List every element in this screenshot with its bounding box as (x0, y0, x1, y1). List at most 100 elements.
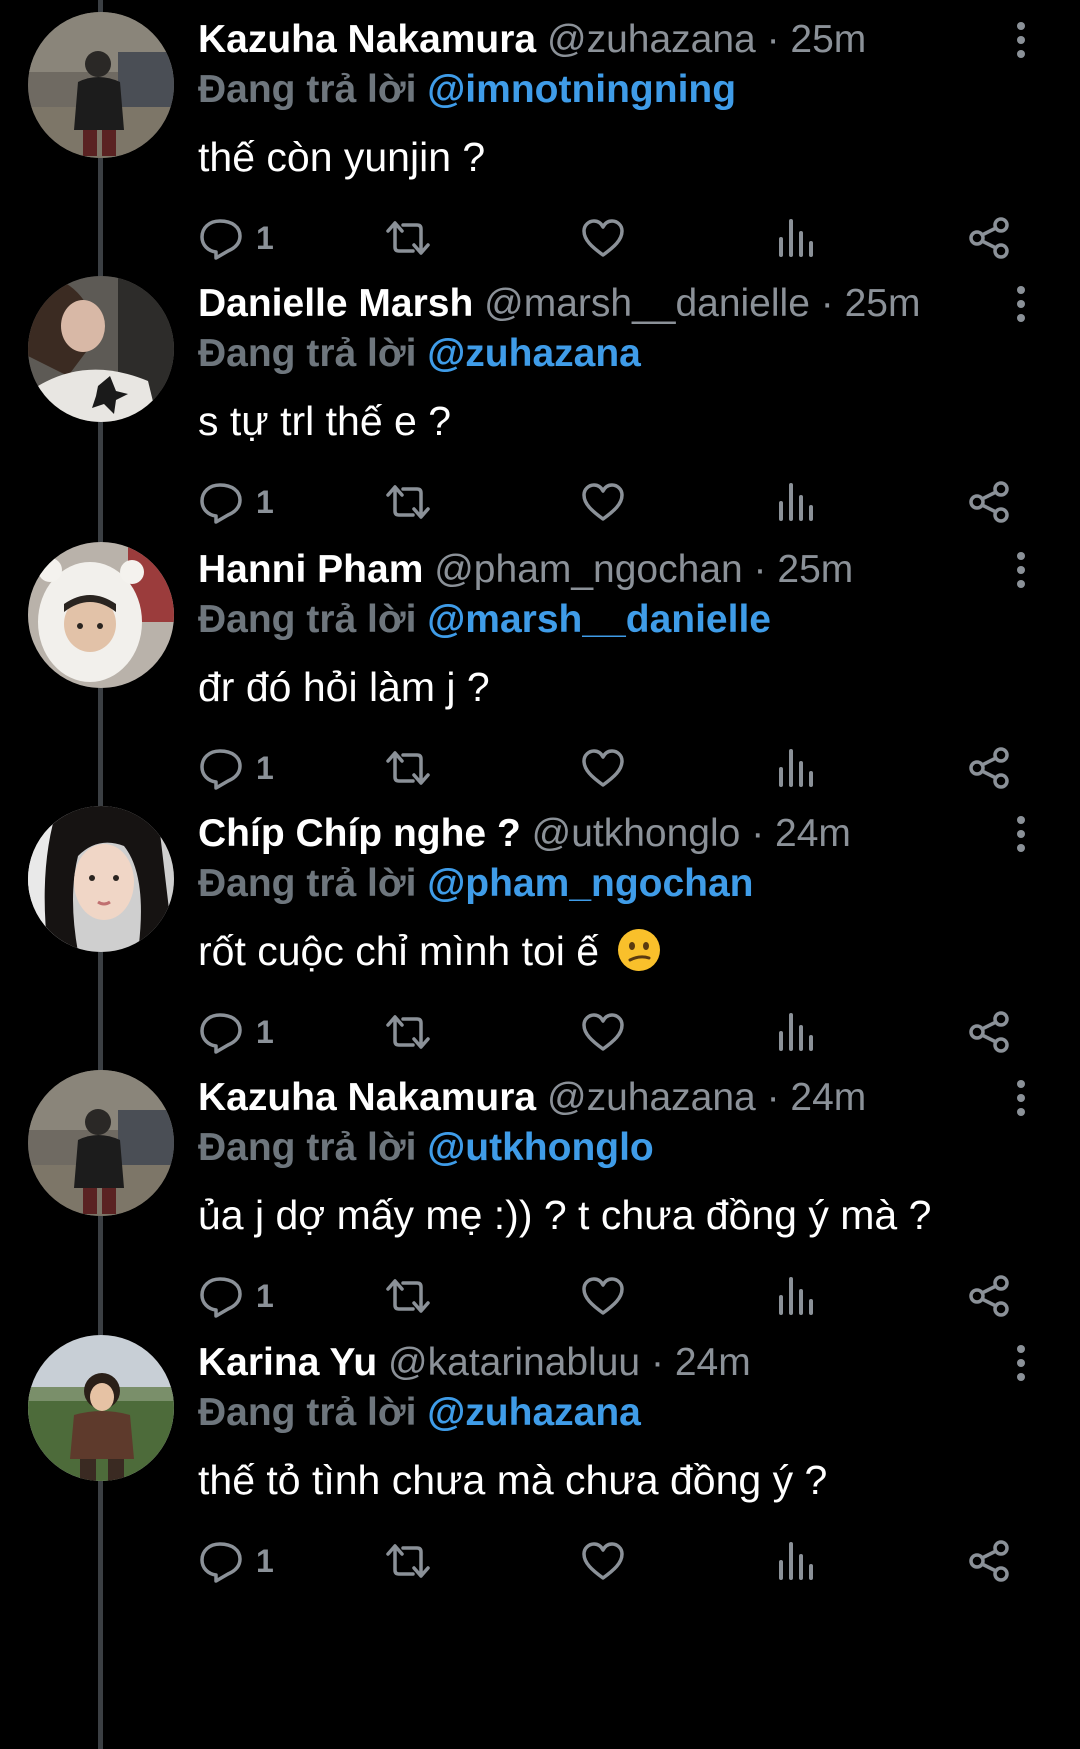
timestamp[interactable]: 25m (790, 18, 866, 61)
reply-tweet[interactable]: Kazuha Nakamura @zuhazana · 25m Đang trả… (0, 0, 1080, 295)
separator-dot: · (820, 282, 834, 325)
reply-count: 1 (256, 1013, 274, 1050)
reply-button[interactable]: 1 (198, 1268, 274, 1324)
timestamp[interactable]: 24m (775, 812, 851, 855)
retweet-button[interactable] (385, 740, 431, 796)
avatar[interactable] (28, 1070, 174, 1216)
reply-tweet[interactable]: Hanni Pham @pham_ngochan · 25m Đang trả … (0, 530, 1080, 825)
mention-link[interactable]: @imnotningning (427, 68, 736, 111)
more-options-button[interactable] (1001, 814, 1041, 854)
reply-button[interactable]: 1 (198, 210, 274, 266)
share-icon (969, 1540, 1009, 1582)
replying-label: Đang trả lời (198, 68, 417, 111)
reply-tweet[interactable]: Karina Yu @katarinabluu · 24m Đang trả l… (0, 1323, 1080, 1618)
mention-link[interactable]: @marsh__danielle (427, 598, 771, 641)
reply-button[interactable]: 1 (198, 1533, 274, 1589)
mention-link[interactable]: @utkhonglo (427, 1126, 653, 1169)
tweet-header: Danielle Marsh @marsh__danielle · 25m (198, 278, 920, 330)
share-button[interactable] (966, 740, 1012, 796)
timestamp[interactable]: 24m (675, 1341, 751, 1384)
separator-dot: · (753, 548, 767, 591)
share-button[interactable] (966, 1268, 1012, 1324)
action-bar: 1 (198, 210, 1038, 266)
display-name[interactable]: Chíp Chíp nghe ? (198, 812, 521, 855)
like-button[interactable] (580, 1268, 626, 1324)
share-button[interactable] (966, 474, 1012, 530)
more-options-button[interactable] (1001, 1343, 1041, 1383)
mention-link[interactable]: @zuhazana (427, 332, 641, 375)
like-button[interactable] (580, 210, 626, 266)
reply-tweet[interactable]: Danielle Marsh @marsh__danielle · 25m Đa… (0, 264, 1080, 559)
share-button[interactable] (966, 1533, 1012, 1589)
retweet-button[interactable] (385, 1004, 431, 1060)
action-bar: 1 (198, 1533, 1038, 1589)
reply-icon (200, 1542, 242, 1583)
avatar[interactable] (28, 12, 174, 158)
reply-button[interactable]: 1 (198, 1004, 274, 1060)
views-icon (779, 749, 813, 787)
views-button[interactable] (773, 740, 819, 796)
reply-count: 1 (256, 749, 274, 786)
retweet-icon (386, 1544, 430, 1578)
display-name[interactable]: Karina Yu (198, 1341, 377, 1384)
retweet-icon (386, 1015, 430, 1049)
display-name[interactable]: Danielle Marsh (198, 282, 473, 325)
retweet-button[interactable] (385, 1268, 431, 1324)
separator-dot: · (766, 1076, 780, 1119)
timestamp[interactable]: 24m (790, 1076, 866, 1119)
retweet-button[interactable] (385, 474, 431, 530)
avatar[interactable] (28, 542, 174, 688)
tweet-text: thế còn yunjin ? (198, 134, 486, 180)
user-handle[interactable]: @zuhazana (547, 1076, 756, 1119)
user-handle[interactable]: @utkhonglo (532, 812, 741, 855)
user-handle[interactable]: @pham_ngochan (434, 548, 742, 591)
share-icon (969, 747, 1009, 789)
views-icon (779, 1277, 813, 1315)
retweet-icon (386, 485, 430, 519)
avatar[interactable] (28, 806, 174, 952)
tweet-header: Kazuha Nakamura @zuhazana · 25m (198, 14, 866, 66)
like-button[interactable] (580, 474, 626, 530)
replying-to: Đang trả lời @zuhazana (198, 1387, 641, 1439)
views-button[interactable] (773, 1004, 819, 1060)
timestamp[interactable]: 25m (845, 282, 921, 325)
tweet-header: Kazuha Nakamura @zuhazana · 24m (198, 1072, 866, 1124)
reply-icon (200, 219, 242, 260)
avatar[interactable] (28, 276, 174, 422)
more-options-button[interactable] (1001, 20, 1041, 60)
user-handle[interactable]: @zuhazana (547, 18, 756, 61)
reply-tweet[interactable]: Chíp Chíp nghe ? @utkhonglo · 24m Đang t… (0, 794, 1080, 1089)
replying-to: Đang trả lời @utkhonglo (198, 1122, 654, 1174)
reply-button[interactable]: 1 (198, 474, 274, 530)
more-options-button[interactable] (1001, 550, 1041, 590)
display-name[interactable]: Kazuha Nakamura (198, 1076, 536, 1119)
more-options-button[interactable] (1001, 1078, 1041, 1118)
display-name[interactable]: Kazuha Nakamura (198, 18, 536, 61)
replying-to: Đang trả lời @marsh__danielle (198, 594, 771, 646)
share-button[interactable] (966, 210, 1012, 266)
user-handle[interactable]: @marsh__danielle (484, 282, 810, 325)
mention-link[interactable]: @zuhazana (427, 1391, 641, 1434)
display-name[interactable]: Hanni Pham (198, 548, 423, 591)
reply-button[interactable]: 1 (198, 740, 274, 796)
views-button[interactable] (773, 1533, 819, 1589)
like-button[interactable] (580, 1004, 626, 1060)
views-button[interactable] (773, 1268, 819, 1324)
user-handle[interactable]: @katarinabluu (388, 1341, 640, 1384)
more-options-button[interactable] (1001, 284, 1041, 324)
retweet-button[interactable] (385, 1533, 431, 1589)
share-icon (969, 217, 1009, 259)
like-button[interactable] (580, 1533, 626, 1589)
mention-link[interactable]: @pham_ngochan (427, 862, 753, 905)
share-button[interactable] (966, 1004, 1012, 1060)
reply-icon (200, 1277, 242, 1318)
timestamp[interactable]: 25m (777, 548, 853, 591)
share-icon (969, 1011, 1009, 1053)
retweet-button[interactable] (385, 210, 431, 266)
retweet-icon (386, 1279, 430, 1313)
avatar[interactable] (28, 1335, 174, 1481)
views-button[interactable] (773, 210, 819, 266)
views-button[interactable] (773, 474, 819, 530)
like-button[interactable] (580, 740, 626, 796)
reply-tweet[interactable]: Kazuha Nakamura @zuhazana · 24m Đang trả… (0, 1058, 1080, 1353)
